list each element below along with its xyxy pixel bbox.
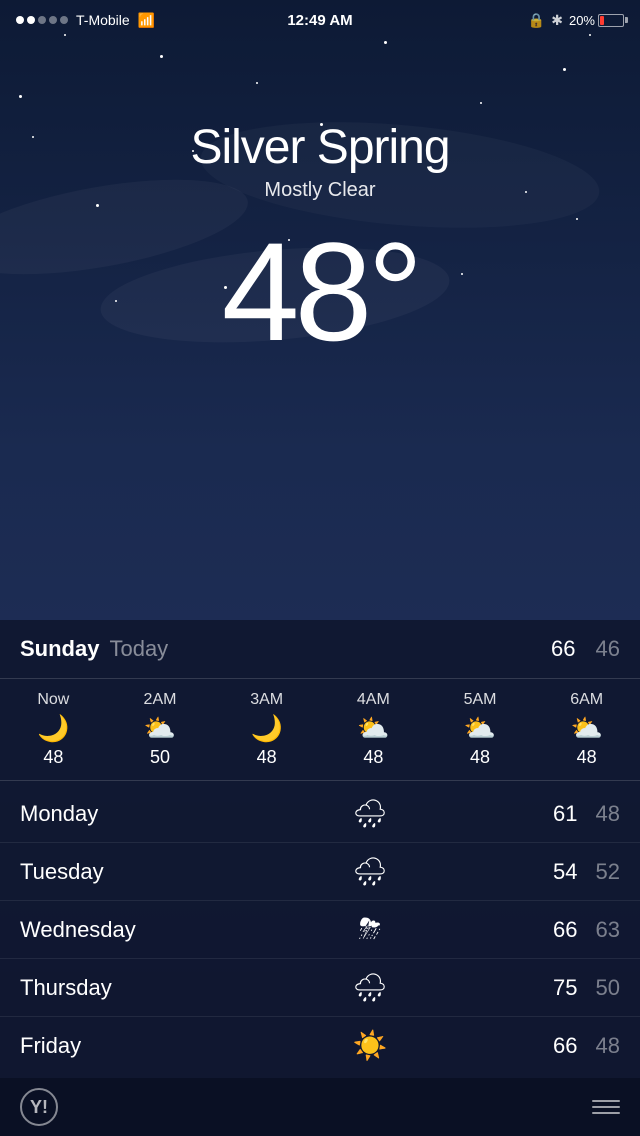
hourly-item-1: 2AM ⛅ 50	[107, 691, 214, 768]
daily-day-0: Monday	[20, 801, 220, 827]
daily-low-1: 52	[596, 859, 620, 885]
status-bar: T-Mobile 📶 12:49 AM 🔒 ✱ 20%	[0, 0, 640, 40]
bottom-panel: Sunday Today 66 46 Now 🌙 48 2AM ⛅ 50 3AM…	[0, 620, 640, 1136]
today-day: Sunday	[20, 636, 99, 662]
weather-main: Silver Spring Mostly Clear 48°	[0, 40, 640, 362]
menu-line-1	[592, 1100, 620, 1102]
daily-high-4: 66	[553, 1033, 577, 1059]
battery-icon	[598, 14, 624, 27]
battery-fill	[600, 16, 604, 25]
hourly-icon-3: ⛅	[357, 715, 389, 741]
daily-high-3: 75	[553, 975, 577, 1001]
signal-strength	[16, 16, 68, 24]
today-label: Today	[109, 636, 168, 662]
daily-low-3: 50	[596, 975, 620, 1001]
daily-temps-4: 66 48	[520, 1033, 620, 1059]
daily-icon-0: 🌧	[220, 797, 520, 830]
daily-high-1: 54	[553, 859, 577, 885]
hourly-temp-2: 48	[257, 747, 277, 768]
daily-icon-1: 🌧	[220, 855, 520, 888]
hourly-item-5: 6AM ⛅ 48	[533, 691, 640, 768]
daily-low-0: 48	[596, 801, 620, 827]
menu-line-3	[592, 1112, 620, 1114]
signal-dot-3	[38, 16, 46, 24]
hourly-temp-5: 48	[577, 747, 597, 768]
daily-day-2: Wednesday	[20, 917, 220, 943]
daily-day-3: Thursday	[20, 975, 220, 1001]
signal-dot-4	[49, 16, 57, 24]
today-high: 66	[551, 636, 575, 662]
daily-icon-4: ☀️	[220, 1029, 520, 1062]
hourly-icon-0: 🌙	[37, 715, 69, 741]
city-name: Silver Spring	[0, 120, 640, 175]
hourly-item-3: 4AM ⛅ 48	[320, 691, 427, 768]
hourly-label-2: 3AM	[250, 691, 283, 709]
daily-item-0: Monday 🌧 61 48	[0, 785, 640, 843]
today-low: 46	[596, 636, 620, 662]
daily-temps-3: 75 50	[520, 975, 620, 1001]
daily-item-2: Wednesday ⛈ 66 63	[0, 901, 640, 959]
status-time: 12:49 AM	[287, 12, 352, 29]
hourly-label-4: 5AM	[464, 691, 497, 709]
hourly-label-5: 6AM	[570, 691, 603, 709]
hourly-icon-1: ⛅	[144, 715, 176, 741]
daily-item-1: Tuesday 🌧 54 52	[0, 843, 640, 901]
hourly-label-1: 2AM	[144, 691, 177, 709]
rotation-lock-icon: 🔒	[528, 12, 545, 29]
today-temps: 66 46	[551, 636, 620, 662]
current-temperature: 48°	[0, 222, 640, 362]
hourly-label-0: Now	[37, 691, 69, 709]
hourly-row: Now 🌙 48 2AM ⛅ 50 3AM 🌙 48 4AM ⛅ 48 5AM …	[0, 679, 640, 781]
signal-dot-2	[27, 16, 35, 24]
daily-icon-2: ⛈	[220, 913, 520, 946]
hourly-label-3: 4AM	[357, 691, 390, 709]
daily-high-2: 66	[553, 917, 577, 943]
battery-indicator: 20%	[569, 13, 624, 28]
footer: Y!	[0, 1078, 640, 1136]
hourly-item-2: 3AM 🌙 48	[213, 691, 320, 768]
hourly-temp-0: 48	[43, 747, 63, 768]
daily-item-4: Friday ☀️ 66 48	[0, 1017, 640, 1074]
yahoo-text: Y!	[30, 1097, 48, 1118]
status-left: T-Mobile 📶	[16, 12, 155, 29]
daily-temps-1: 54 52	[520, 859, 620, 885]
carrier-name: T-Mobile	[76, 12, 130, 28]
daily-day-1: Tuesday	[20, 859, 220, 885]
hourly-icon-5: ⛅	[571, 715, 603, 741]
signal-dot-5	[60, 16, 68, 24]
daily-day-4: Friday	[20, 1033, 220, 1059]
menu-line-2	[592, 1106, 620, 1108]
hourly-item-4: 5AM ⛅ 48	[427, 691, 534, 768]
hourly-icon-4: ⛅	[464, 715, 496, 741]
weather-condition: Mostly Clear	[0, 179, 640, 202]
daily-list: Monday 🌧 61 48 Tuesday 🌧 54 52 Wednesday…	[0, 781, 640, 1078]
daily-high-0: 61	[553, 801, 577, 827]
daily-temps-0: 61 48	[520, 801, 620, 827]
wifi-icon: 📶	[138, 12, 155, 29]
daily-low-4: 48	[596, 1033, 620, 1059]
daily-icon-3: 🌧	[220, 971, 520, 1004]
bluetooth-icon: ✱	[551, 12, 563, 29]
yahoo-logo: Y!	[20, 1088, 58, 1126]
hourly-item-0: Now 🌙 48	[0, 691, 107, 768]
hourly-temp-3: 48	[363, 747, 383, 768]
menu-button[interactable]	[592, 1100, 620, 1114]
today-row: Sunday Today 66 46	[0, 620, 640, 679]
status-right: 🔒 ✱ 20%	[528, 12, 624, 29]
hourly-temp-4: 48	[470, 747, 490, 768]
hourly-temp-1: 50	[150, 747, 170, 768]
hourly-icon-2: 🌙	[250, 715, 282, 741]
daily-low-2: 63	[596, 917, 620, 943]
daily-temps-2: 66 63	[520, 917, 620, 943]
signal-dot-1	[16, 16, 24, 24]
battery-percent: 20%	[569, 13, 595, 28]
daily-item-3: Thursday 🌧 75 50	[0, 959, 640, 1017]
